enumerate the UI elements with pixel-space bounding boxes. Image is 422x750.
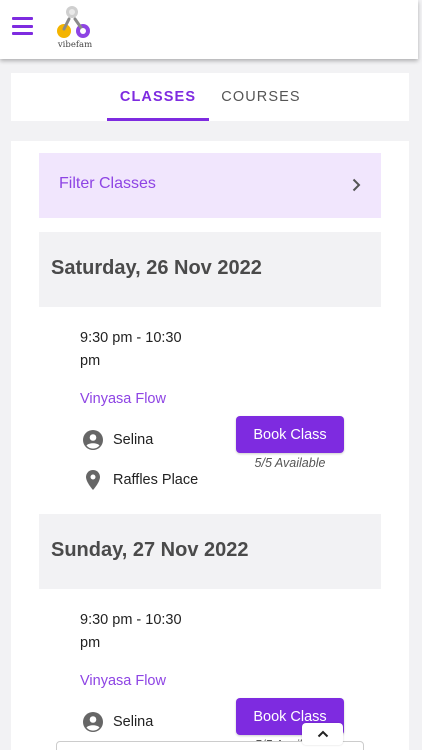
filter-label: Filter Classes <box>59 175 156 192</box>
filter-classes-button[interactable]: Filter Classes <box>39 153 381 218</box>
account-circle-icon <box>83 712 103 732</box>
active-tab-indicator <box>107 118 209 121</box>
app-header: vibefam <box>0 0 418 59</box>
chevron-right-icon <box>352 178 361 192</box>
logo-icon <box>57 6 90 38</box>
date-title: Sunday, 27 Nov 2022 <box>51 539 249 561</box>
tab-courses[interactable]: COURSES <box>211 73 311 121</box>
availability-text: 5/5 Available <box>254 456 326 470</box>
date-title: Saturday, 26 Nov 2022 <box>51 257 262 279</box>
location-pin-icon <box>86 470 100 490</box>
vibefam-logo[interactable]: vibefam <box>55 5 95 51</box>
session-time-line: pm <box>80 635 101 651</box>
session-time: 9:30 pm - 10:30 pm <box>80 327 200 373</box>
class-name-link[interactable]: Vinyasa Flow <box>80 391 166 407</box>
scroll-to-top-button[interactable] <box>302 723 343 745</box>
tab-bar: CLASSES COURSES <box>11 73 409 121</box>
tab-classes[interactable]: CLASSES <box>107 73 209 121</box>
session-time-line: pm <box>80 353 101 369</box>
location-name: Raffles Place <box>113 472 199 488</box>
instructor-row: Selina <box>81 710 153 734</box>
instructor-name: Selina <box>113 432 154 448</box>
account-circle-icon <box>83 430 103 450</box>
location-row: Raffles Place <box>81 468 198 492</box>
session-time: 9:30 pm - 10:30 pm <box>80 609 200 655</box>
instructor-row: Selina <box>81 428 153 452</box>
class-name-link[interactable]: Vinyasa Flow <box>80 673 166 689</box>
book-class-button[interactable]: Book Class <box>236 416 344 453</box>
logo-text: vibefam <box>57 40 93 50</box>
hamburger-menu-icon[interactable] <box>12 17 33 35</box>
session-time-line: 9:30 pm - 10:30 <box>80 330 182 346</box>
page: vibefam CLASSES COURSES Filter Classes S… <box>0 0 422 750</box>
session-time-line: 9:30 pm - 10:30 <box>80 612 182 628</box>
date-header: Saturday, 26 Nov 2022 <box>39 232 381 307</box>
instructor-name: Selina <box>113 714 154 730</box>
chevron-up-icon <box>317 730 328 738</box>
date-header: Sunday, 27 Nov 2022 <box>39 514 381 589</box>
classes-panel: Filter Classes Saturday, 26 Nov 2022 9:3… <box>11 141 409 750</box>
